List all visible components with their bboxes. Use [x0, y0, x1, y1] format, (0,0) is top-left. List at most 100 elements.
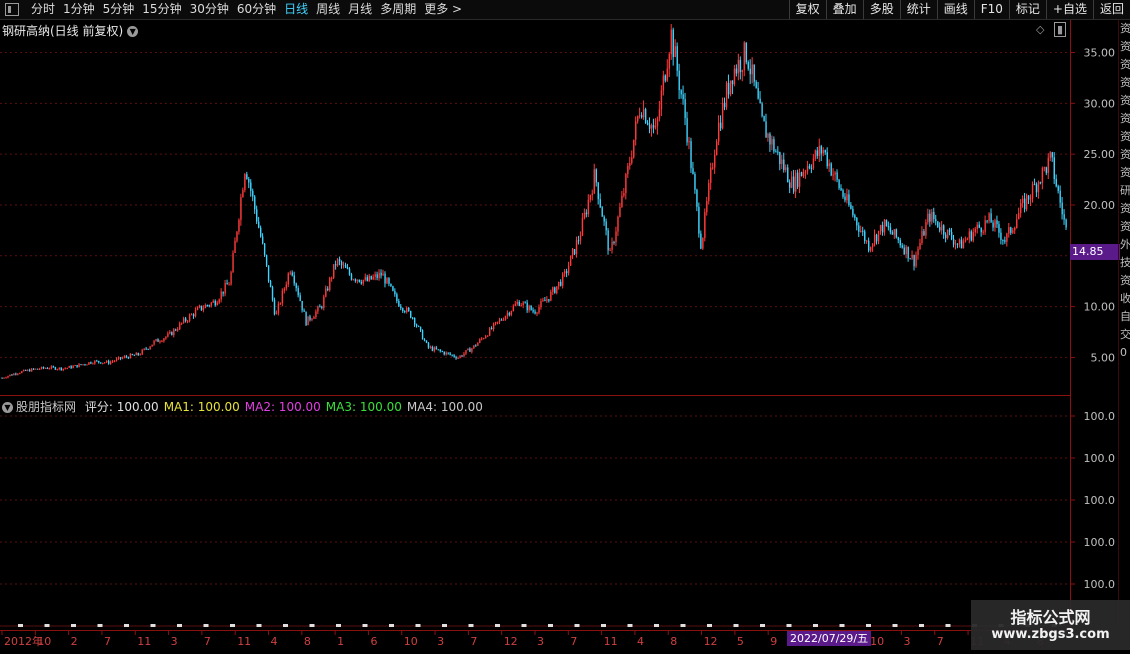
- candle-body: [1047, 157, 1050, 173]
- candle-body: [528, 305, 530, 311]
- layout-toggle-icon[interactable]: [5, 3, 19, 16]
- candle-body: [605, 221, 607, 231]
- candle-body: [992, 222, 994, 228]
- candle-body: [402, 308, 404, 312]
- signal-marker: [521, 624, 527, 627]
- period-tab-6[interactable]: 日线: [280, 0, 312, 19]
- period-tab-2[interactable]: 5分钟: [99, 0, 139, 19]
- period-tab-9[interactable]: 多周期: [376, 0, 420, 19]
- candle-body: [70, 366, 72, 369]
- toolbar-button-0[interactable]: 复权: [788, 0, 826, 19]
- candle-body: [615, 231, 617, 243]
- candle-body: [149, 346, 151, 349]
- toolbar-button-7[interactable]: +自选: [1045, 0, 1093, 19]
- candle-body: [147, 348, 149, 350]
- side-char-13: 技: [1120, 256, 1130, 269]
- candle-body: [828, 163, 830, 167]
- candle-body: [109, 361, 112, 364]
- candle-body: [704, 212, 706, 238]
- candle-body: [970, 231, 973, 241]
- candle-body: [263, 243, 266, 255]
- side-char-7: 资: [1120, 148, 1130, 161]
- maximize-icon[interactable]: ▮: [1053, 22, 1067, 37]
- toolbar-button-4[interactable]: 画线: [936, 0, 974, 19]
- candle-body: [682, 94, 684, 100]
- date-label: 1: [337, 635, 344, 648]
- candle-body: [102, 362, 104, 364]
- signal-marker: [177, 624, 182, 627]
- candle-body: [508, 312, 511, 315]
- signal-marker: [362, 624, 368, 627]
- candle-body: [481, 338, 483, 340]
- candle-body: [364, 277, 367, 280]
- indicator-chart[interactable]: [0, 396, 1070, 630]
- candle-body: [198, 305, 201, 308]
- candlestick-chart[interactable]: [0, 20, 1070, 395]
- candle-body: [595, 169, 597, 183]
- chevron-down-icon[interactable]: ▼: [127, 26, 139, 37]
- candle-body: [1061, 202, 1063, 215]
- candle-body: [751, 64, 753, 75]
- candle-body: [350, 274, 353, 280]
- candle-body: [662, 75, 665, 91]
- candle-body: [994, 220, 996, 228]
- candle-body: [794, 172, 797, 192]
- period-tab-3[interactable]: 15分钟: [138, 0, 185, 19]
- diamond-icon[interactable]: ◇: [1036, 23, 1044, 36]
- candle-body: [106, 360, 108, 363]
- chevron-down-icon[interactable]: ▼: [2, 402, 13, 413]
- candle-body: [311, 318, 313, 320]
- candle-body: [488, 327, 491, 336]
- candle-body: [465, 350, 467, 354]
- indicator-value-1: MA1: 100.00: [163, 400, 240, 414]
- candle-body: [9, 374, 11, 377]
- candle-body: [731, 80, 734, 85]
- toolbar-button-1[interactable]: 叠加: [825, 0, 863, 19]
- toolbar-button-3[interactable]: 统计: [899, 0, 937, 19]
- side-char-0: 资: [1120, 22, 1130, 35]
- candle-body: [664, 75, 667, 81]
- period-tab-4[interactable]: 30分钟: [186, 0, 233, 19]
- candle-body: [473, 345, 475, 349]
- period-tab-1[interactable]: 1分钟: [59, 0, 99, 19]
- indicator-axis-label: 100.0: [1084, 536, 1116, 549]
- candle-body: [812, 158, 815, 169]
- period-tab-8[interactable]: 月线: [344, 0, 376, 19]
- toolbar-button-6[interactable]: 标记: [1008, 0, 1046, 19]
- candle-body: [344, 265, 347, 268]
- candle-body: [646, 122, 649, 125]
- toolbar-button-2[interactable]: 多股: [862, 0, 900, 19]
- candle-body: [483, 338, 485, 340]
- candle-body: [425, 340, 428, 343]
- candle-body: [98, 360, 100, 363]
- signal-marker: [309, 624, 315, 627]
- candle-body: [550, 291, 552, 301]
- candle-body: [757, 88, 759, 99]
- period-tab-0[interactable]: 分时: [27, 0, 59, 19]
- candle-body: [139, 354, 141, 356]
- candle-body: [376, 274, 378, 278]
- toolbar-button-8[interactable]: 返回: [1092, 0, 1130, 19]
- candle-body: [485, 336, 487, 339]
- candle-body: [887, 226, 890, 228]
- candle-body: [129, 354, 132, 359]
- candle-body: [496, 321, 499, 323]
- candle-body: [895, 229, 898, 238]
- candle-body: [321, 306, 323, 308]
- candle-body: [678, 70, 680, 91]
- candle-body: [119, 357, 122, 359]
- candle-body: [506, 312, 509, 317]
- candle-body: [258, 221, 260, 228]
- chart-title-line: 钢研高纳(日线 前复权) ▼: [2, 22, 139, 39]
- period-tab-10[interactable]: 更多 >: [420, 0, 466, 19]
- signal-marker: [627, 624, 633, 627]
- period-tab-5[interactable]: 60分钟: [233, 0, 280, 19]
- candle-body: [747, 62, 749, 69]
- toolbar-button-5[interactable]: F10: [973, 0, 1009, 19]
- date-label: 12: [504, 635, 518, 648]
- candle-body: [210, 302, 213, 306]
- candle-body: [871, 243, 874, 248]
- candle-body: [672, 29, 674, 58]
- candle-body: [34, 368, 37, 370]
- period-tab-7[interactable]: 周线: [312, 0, 344, 19]
